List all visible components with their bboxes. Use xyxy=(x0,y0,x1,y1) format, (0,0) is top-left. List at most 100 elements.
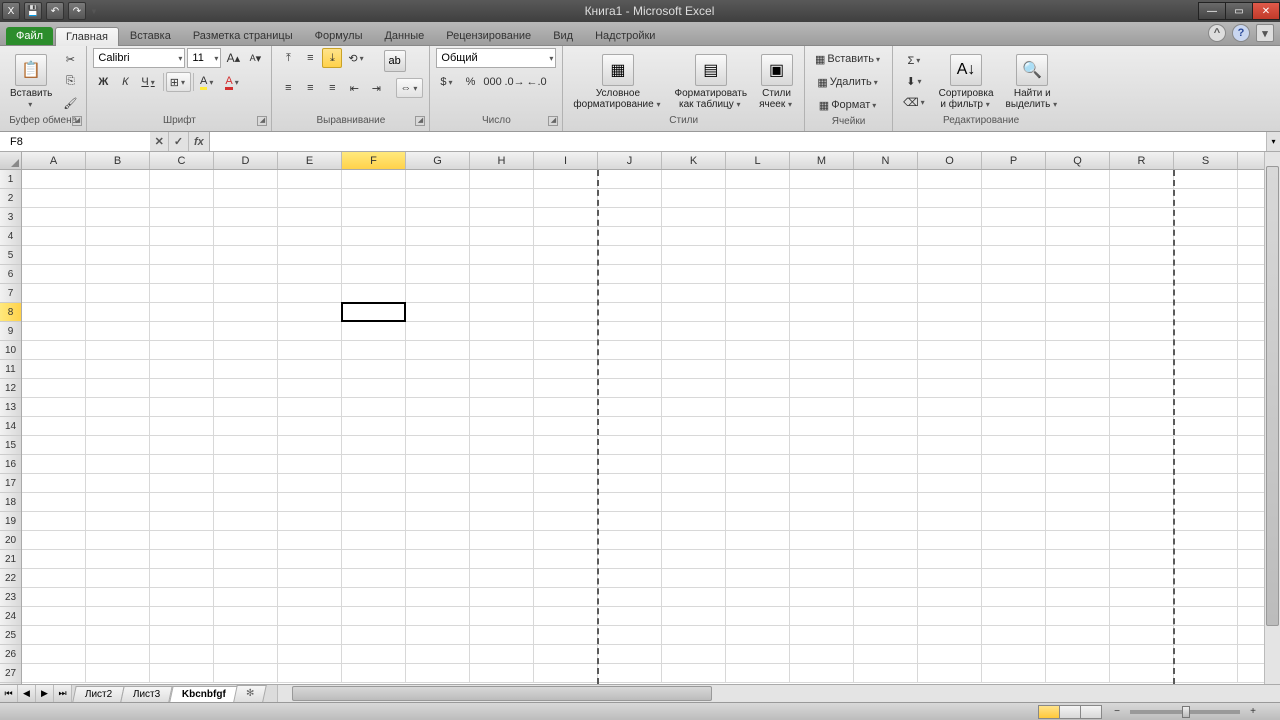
enter-entry-icon[interactable]: ✓ xyxy=(169,132,188,151)
tab-file[interactable]: Файл xyxy=(6,27,53,45)
cancel-entry-icon[interactable]: ✕ xyxy=(150,132,169,151)
undo-icon[interactable]: ↶ xyxy=(46,2,64,20)
increase-decimal-icon[interactable]: .0→ xyxy=(505,72,525,92)
column-header[interactable]: K xyxy=(662,152,726,169)
shrink-font-icon[interactable]: A▾ xyxy=(245,48,265,68)
format-as-table-button[interactable]: ▤ Форматировать как таблицу ▾ xyxy=(671,52,752,112)
column-header[interactable]: J xyxy=(598,152,662,169)
align-top-icon[interactable]: ⤒ xyxy=(278,48,298,68)
sheet-nav-first-icon[interactable]: ⏮ xyxy=(0,685,18,702)
dialog-launcher-icon[interactable]: ◢ xyxy=(548,116,558,126)
currency-button[interactable]: $▾ xyxy=(436,72,458,92)
row-header[interactable]: 1 xyxy=(0,170,21,189)
column-headers[interactable]: ABCDEFGHIJKLMNOPQRS xyxy=(22,152,1264,170)
font-size-select[interactable]: 11▾ xyxy=(187,48,221,68)
insert-cells-button[interactable]: ▦ Вставить ▾ xyxy=(811,48,886,70)
row-header[interactable]: 22 xyxy=(0,569,21,588)
zoom-thumb[interactable] xyxy=(1182,706,1190,718)
row-header[interactable]: 20 xyxy=(0,531,21,550)
format-cells-button[interactable]: ▦ Формат ▾ xyxy=(811,94,886,116)
dialog-launcher-icon[interactable]: ◢ xyxy=(415,116,425,126)
row-header[interactable]: 11 xyxy=(0,360,21,379)
autosum-button[interactable]: Σ ▾ xyxy=(899,51,931,71)
dialog-launcher-icon[interactable]: ◢ xyxy=(72,116,82,126)
grow-font-icon[interactable]: A▴ xyxy=(223,48,243,68)
align-center-icon[interactable]: ≡ xyxy=(300,78,320,98)
horizontal-scrollbar[interactable] xyxy=(277,685,1280,702)
sheet-nav-prev-icon[interactable]: ◀ xyxy=(18,685,36,702)
excel-icon[interactable]: X xyxy=(2,2,20,20)
minimize-ribbon-icon[interactable]: ^ xyxy=(1208,24,1226,42)
number-format-select[interactable]: Общий▾ xyxy=(436,48,556,68)
column-header[interactable]: O xyxy=(918,152,982,169)
column-header[interactable]: F xyxy=(342,152,406,169)
formula-input[interactable] xyxy=(210,132,1266,151)
view-normal-button[interactable] xyxy=(1038,705,1060,719)
new-sheet-tab[interactable]: ✻ xyxy=(234,685,268,702)
expand-formula-bar-icon[interactable]: ▾ xyxy=(1266,132,1280,151)
delete-cells-button[interactable]: ▦ Удалить ▾ xyxy=(811,71,886,93)
vertical-scroll-thumb[interactable] xyxy=(1266,166,1279,626)
column-header[interactable]: L xyxy=(726,152,790,169)
row-header[interactable]: 9 xyxy=(0,322,21,341)
zoom-out-button[interactable]: − xyxy=(1110,706,1124,717)
cell-styles-button[interactable]: ▣ Стили ячеек ▾ xyxy=(755,52,798,112)
tab-данные[interactable]: Данные xyxy=(373,26,435,45)
row-header[interactable]: 14 xyxy=(0,417,21,436)
align-left-icon[interactable]: ≡ xyxy=(278,78,298,98)
save-icon[interactable]: 💾 xyxy=(24,2,42,20)
row-header[interactable]: 4 xyxy=(0,227,21,246)
column-header[interactable]: D xyxy=(214,152,278,169)
comma-style-button[interactable]: 000 xyxy=(483,72,503,92)
sheet-nav-next-icon[interactable]: ▶ xyxy=(36,685,54,702)
row-header[interactable]: 12 xyxy=(0,379,21,398)
orientation-icon[interactable]: ⟲▾ xyxy=(344,48,369,68)
vertical-scrollbar[interactable] xyxy=(1264,152,1280,684)
tab-вид[interactable]: Вид xyxy=(542,26,584,45)
column-header[interactable]: G xyxy=(406,152,470,169)
row-header[interactable]: 24 xyxy=(0,607,21,626)
column-header[interactable]: S xyxy=(1174,152,1238,169)
column-header[interactable]: H xyxy=(470,152,534,169)
tab-рецензирование[interactable]: Рецензирование xyxy=(435,26,542,45)
dialog-launcher-icon[interactable]: ◢ xyxy=(257,116,267,126)
copy-icon[interactable]: ⎘ xyxy=(60,72,80,92)
column-header[interactable]: E xyxy=(278,152,342,169)
insert-function-icon[interactable]: fx xyxy=(189,132,210,151)
column-header[interactable]: C xyxy=(150,152,214,169)
merge-center-button[interactable]: ⇔▾ xyxy=(396,78,423,98)
fill-color-button[interactable]: A▾ xyxy=(196,72,219,92)
cut-icon[interactable]: ✂ xyxy=(60,50,80,70)
zoom-in-button[interactable]: + xyxy=(1246,706,1260,717)
clear-button[interactable]: ⌫ ▾ xyxy=(899,93,931,113)
column-header[interactable]: B xyxy=(86,152,150,169)
column-header[interactable]: A xyxy=(22,152,86,169)
sheet-tab[interactable]: Лист2 xyxy=(72,686,125,702)
tab-разметка страницы[interactable]: Разметка страницы xyxy=(182,26,304,45)
find-select-button[interactable]: 🔍 Найти и выделить ▾ xyxy=(1002,52,1064,112)
decrease-decimal-icon[interactable]: ←.0 xyxy=(527,72,547,92)
row-header[interactable]: 8 xyxy=(0,303,21,322)
row-header[interactable]: 5 xyxy=(0,246,21,265)
sheet-nav-last-icon[interactable]: ⏭ xyxy=(54,685,72,702)
percent-button[interactable]: % xyxy=(461,72,481,92)
row-header[interactable]: 23 xyxy=(0,588,21,607)
row-header[interactable]: 16 xyxy=(0,455,21,474)
row-header[interactable]: 3 xyxy=(0,208,21,227)
close-button[interactable]: ✕ xyxy=(1252,2,1280,20)
align-bottom-icon[interactable]: ⤓ xyxy=(322,48,342,68)
minimize-button[interactable]: — xyxy=(1198,2,1226,20)
select-all-corner[interactable] xyxy=(0,152,22,170)
window-options-icon[interactable]: ▾ xyxy=(1256,24,1274,42)
decrease-indent-icon[interactable]: ⇤ xyxy=(344,78,364,98)
sheet-tab[interactable]: Лист3 xyxy=(121,686,174,702)
row-header[interactable]: 13 xyxy=(0,398,21,417)
font-color-button[interactable]: A▾ xyxy=(221,72,244,92)
tab-главная[interactable]: Главная xyxy=(55,27,119,46)
column-header[interactable]: I xyxy=(534,152,598,169)
row-header[interactable]: 15 xyxy=(0,436,21,455)
row-header[interactable]: 6 xyxy=(0,265,21,284)
tab-формулы[interactable]: Формулы xyxy=(304,26,374,45)
borders-button[interactable]: ⊞▾ xyxy=(166,72,191,92)
font-name-select[interactable]: Calibri▾ xyxy=(93,48,185,68)
